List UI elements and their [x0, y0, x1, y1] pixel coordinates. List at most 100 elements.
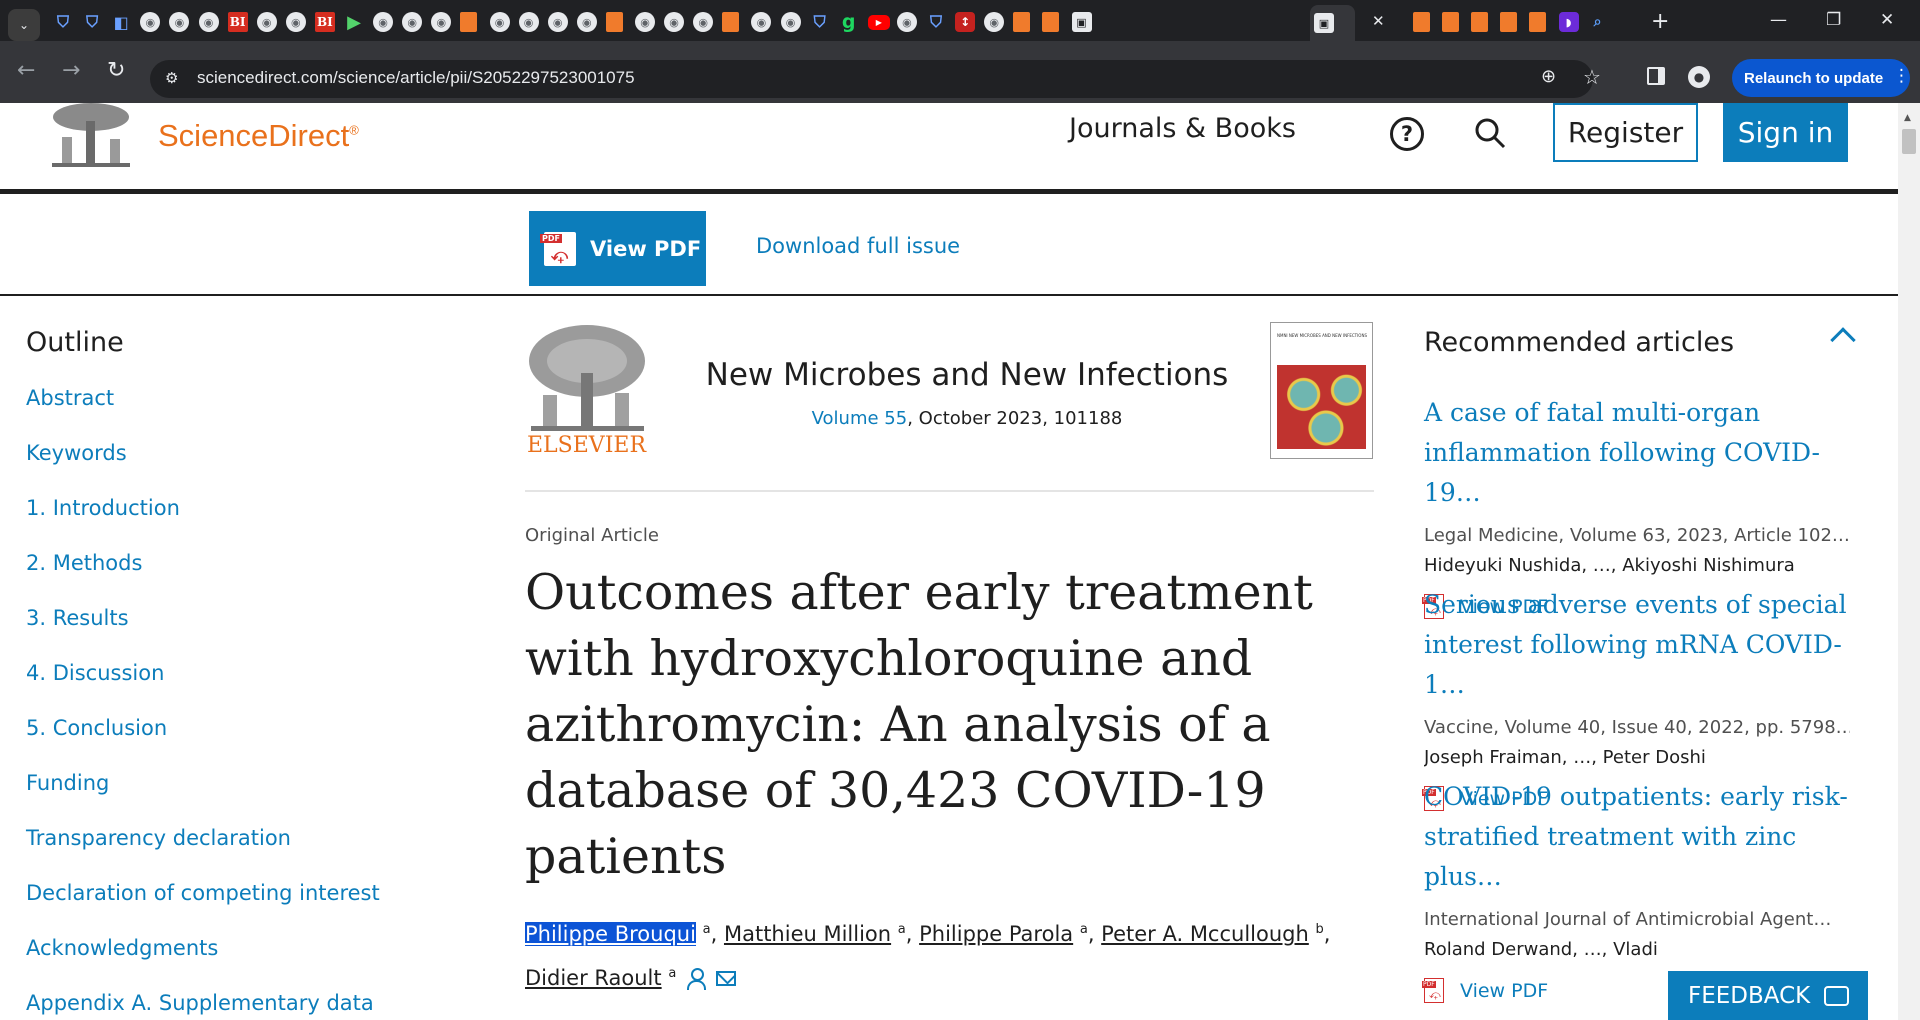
more-menu-icon[interactable]: ⋮: [1893, 66, 1910, 86]
globe-tab-icon[interactable]: ◉: [198, 12, 219, 32]
author-affiliation[interactable]: a: [898, 922, 906, 937]
globe-tab-icon[interactable]: ◉: [693, 12, 714, 32]
globe-tab-icon[interactable]: ◉: [576, 12, 597, 32]
new-tab-button[interactable]: +: [1651, 9, 1669, 34]
author-link[interactable]: Philippe Parola: [919, 922, 1073, 946]
url-text[interactable]: sciencedirect.com/science/article/pii/S2…: [197, 68, 635, 88]
close-window-icon[interactable]: ✕: [1880, 10, 1894, 30]
scroll-up-arrow-icon[interactable]: ▲: [1904, 113, 1911, 123]
globe-tab-icon[interactable]: ◉: [431, 12, 452, 32]
mail-icon[interactable]: [716, 971, 737, 986]
globe-tab-icon[interactable]: ◉: [402, 12, 423, 32]
site-info-icon[interactable]: ⚙: [165, 69, 178, 87]
author-affiliation[interactable]: a: [703, 922, 711, 937]
author-affiliation[interactable]: a: [1080, 922, 1088, 937]
globe-tab-icon[interactable]: ◉: [169, 12, 190, 32]
book-tab-icon[interactable]: [1471, 12, 1489, 32]
active-tab[interactable]: ▣: [1310, 5, 1355, 41]
sign-in-button[interactable]: Sign in: [1723, 103, 1848, 162]
back-icon[interactable]: ←: [17, 58, 35, 83]
goodreads-tab-icon[interactable]: g: [839, 11, 859, 33]
doc-tab-icon[interactable]: ◧: [111, 12, 131, 32]
view-pdf-button[interactable]: PDF ⤽ View PDF: [529, 211, 706, 286]
search-tab-icon[interactable]: ⌕: [1588, 12, 1608, 32]
journal-cover-image[interactable]: NMNI NEW MICROBES AND NEW INFECTIONS: [1270, 322, 1373, 459]
recommended-title-link[interactable]: A case of fatal multi-organ inflammation…: [1424, 393, 1850, 513]
outline-item[interactable]: 5. Conclusion: [26, 716, 426, 771]
volume-link[interactable]: Volume 55: [812, 408, 908, 429]
minimize-icon[interactable]: —: [1770, 10, 1787, 30]
outline-item[interactable]: 4. Discussion: [26, 661, 426, 716]
zoom-icon[interactable]: ⊕: [1541, 66, 1556, 87]
book-tab-icon[interactable]: [1042, 12, 1060, 32]
gallery-tab-icon[interactable]: ▣: [1071, 12, 1092, 32]
globe-tab-icon[interactable]: ◉: [984, 12, 1005, 32]
restore-icon[interactable]: ❐: [1826, 10, 1841, 30]
outline-item[interactable]: Funding: [26, 771, 426, 826]
side-panel-icon[interactable]: [1647, 67, 1665, 85]
sciencedirect-logo[interactable]: ScienceDirect®: [158, 118, 359, 154]
close-tab-icon[interactable]: ✕: [1372, 12, 1385, 30]
book-tab-icon[interactable]: [460, 12, 478, 32]
globe-tab-icon[interactable]: ◉: [518, 12, 539, 32]
feedback-button[interactable]: FEEDBACK: [1668, 971, 1868, 1020]
shield-tab-icon[interactable]: ⛉: [82, 12, 102, 32]
author-link[interactable]: Peter A. Mccullough: [1101, 922, 1309, 946]
globe-tab-icon[interactable]: ◉: [285, 12, 306, 32]
outline-item[interactable]: Appendix A. Supplementary data: [26, 991, 426, 1020]
youtube-tab-icon[interactable]: ▶: [867, 15, 890, 30]
profile-icon[interactable]: ●: [1688, 66, 1710, 88]
book-tab-icon[interactable]: [605, 12, 623, 32]
globe-tab-icon[interactable]: ◉: [373, 12, 394, 32]
author-affiliation[interactable]: a: [668, 966, 676, 981]
globe-tab-icon[interactable]: ◉: [140, 12, 161, 32]
forward-icon[interactable]: →: [62, 58, 80, 83]
author-link[interactable]: Didier Raoult: [525, 966, 662, 990]
scrollbar-thumb[interactable]: [1902, 129, 1916, 154]
bi-tab-icon[interactable]: BI: [314, 12, 335, 32]
book-tab-icon[interactable]: [1529, 12, 1547, 32]
globe-tab-icon[interactable]: ◉: [256, 12, 277, 32]
book-tab-icon[interactable]: [722, 12, 740, 32]
outline-item[interactable]: Transparency declaration: [26, 826, 426, 881]
outline-item[interactable]: Acknowledgments: [26, 936, 426, 991]
globe-tab-icon[interactable]: ◉: [780, 12, 801, 32]
outline-item[interactable]: Declaration of competing interest: [26, 881, 426, 936]
play-tab-icon[interactable]: ▶: [344, 12, 364, 33]
bookmark-star-icon[interactable]: ☆: [1583, 65, 1601, 89]
register-button[interactable]: Register: [1553, 103, 1698, 162]
outline-item[interactable]: Abstract: [26, 386, 426, 441]
shield-tab-icon[interactable]: ⛉: [810, 12, 830, 32]
reload-icon[interactable]: ↻: [107, 58, 125, 83]
bi-tab-icon[interactable]: BI: [227, 12, 248, 32]
author-link[interactable]: Matthieu Million: [724, 922, 891, 946]
help-icon[interactable]: ?: [1390, 117, 1424, 151]
outline-item[interactable]: 3. Results: [26, 606, 426, 661]
globe-tab-icon[interactable]: ◉: [664, 12, 685, 32]
elsevier-tree-icon[interactable]: [48, 103, 134, 169]
outline-item[interactable]: 1. Introduction: [26, 496, 426, 551]
journal-title-link[interactable]: New Microbes and New Infections: [692, 357, 1242, 393]
globe-tab-icon[interactable]: ◉: [489, 12, 510, 32]
purple-tab-icon[interactable]: ◗: [1558, 12, 1579, 32]
globe-tab-icon[interactable]: ◉: [896, 12, 917, 32]
recommended-title-link[interactable]: COVID-19 outpatients: early risk-stratif…: [1424, 777, 1850, 897]
download-issue-link[interactable]: Download full issue: [756, 234, 960, 258]
book-tab-icon[interactable]: [1013, 12, 1031, 32]
globe-tab-icon[interactable]: ◉: [751, 12, 772, 32]
globe-tab-icon[interactable]: ◉: [547, 12, 568, 32]
globe-tab-icon[interactable]: ◉: [635, 12, 655, 32]
author-affiliation[interactable]: b: [1316, 922, 1324, 937]
recommended-title-link[interactable]: Serious adverse events of special intere…: [1424, 585, 1850, 705]
outline-item[interactable]: Keywords: [26, 441, 426, 496]
red-tab-icon[interactable]: ↕: [955, 12, 976, 32]
shield-tab-icon[interactable]: ⛉: [926, 12, 946, 32]
author-link[interactable]: Philippe Brouqui: [525, 922, 696, 946]
search-icon[interactable]: [1473, 116, 1507, 150]
page-scrollbar[interactable]: ▲: [1898, 103, 1920, 1020]
shield-tab-icon[interactable]: ⛉: [53, 12, 73, 32]
book-tab-icon[interactable]: [1413, 12, 1430, 32]
book-tab-icon[interactable]: [1500, 12, 1518, 32]
journals-books-link[interactable]: Journals & Books: [1069, 113, 1296, 144]
book-tab-icon[interactable]: [1442, 12, 1460, 32]
